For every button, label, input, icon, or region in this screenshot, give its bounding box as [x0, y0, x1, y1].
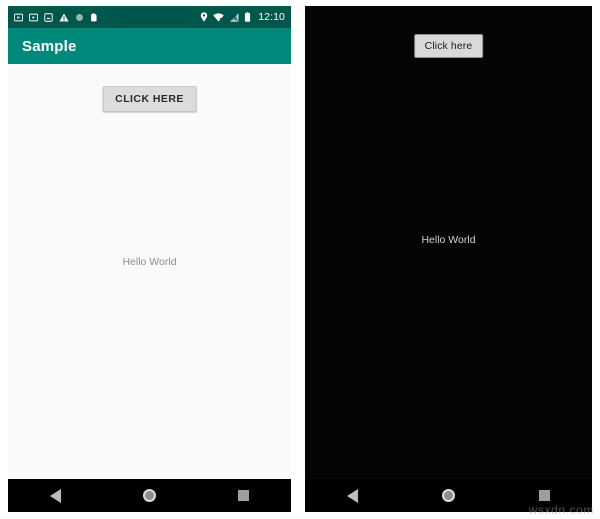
recents-square-icon — [238, 490, 250, 501]
cell-signal-icon — [229, 12, 239, 22]
home-circle-icon — [441, 489, 455, 502]
warning-triangle-icon — [59, 12, 69, 22]
circle-notification-icon — [75, 13, 84, 22]
nav-recents-button[interactable] — [222, 479, 266, 512]
video-notification-icon — [13, 13, 24, 22]
right-phone-screen: Click here Hello World — [305, 6, 592, 512]
nav-home-button-dark[interactable] — [426, 479, 470, 512]
status-bar-clock: 12:10 — [258, 11, 285, 23]
navigation-bar — [8, 479, 291, 512]
status-bar-system-icons: 12:10 — [200, 11, 285, 23]
app-bar: Sample — [8, 28, 291, 64]
nav-back-button-dark[interactable] — [331, 479, 375, 512]
phone-screenshot-pair: 12:10 Sample CLICK HERE Hello World Clic… — [0, 0, 600, 519]
recents-square-icon — [538, 490, 550, 501]
click-here-button-dark[interactable]: Click here — [413, 34, 484, 58]
click-here-button[interactable]: CLICK HERE — [102, 86, 197, 112]
wifi-icon — [213, 12, 224, 22]
home-circle-icon — [142, 489, 156, 502]
video-notification-icon-2 — [28, 13, 39, 22]
battery-icon — [244, 12, 251, 22]
usb-notification-icon — [90, 12, 98, 22]
right-phone-content-area: Click here Hello World — [305, 6, 592, 479]
back-triangle-icon — [49, 488, 61, 503]
left-phone-screen: 12:10 Sample CLICK HERE Hello World — [8, 6, 291, 512]
app-bar-title: Sample — [22, 37, 77, 55]
back-triangle-icon — [347, 488, 359, 503]
hello-world-text: Hello World — [122, 256, 177, 268]
status-bar-notification-icons — [13, 12, 200, 22]
watermark-text: wsxdn.com — [528, 503, 594, 517]
left-phone-content-area: CLICK HERE Hello World — [8, 64, 291, 479]
screenshot-notification-icon — [44, 12, 53, 22]
status-bar: 12:10 — [8, 6, 291, 28]
nav-home-button[interactable] — [127, 479, 171, 512]
nav-back-button[interactable] — [33, 479, 77, 512]
hello-world-text-dark: Hello World — [421, 234, 476, 246]
location-pin-icon — [200, 12, 208, 22]
